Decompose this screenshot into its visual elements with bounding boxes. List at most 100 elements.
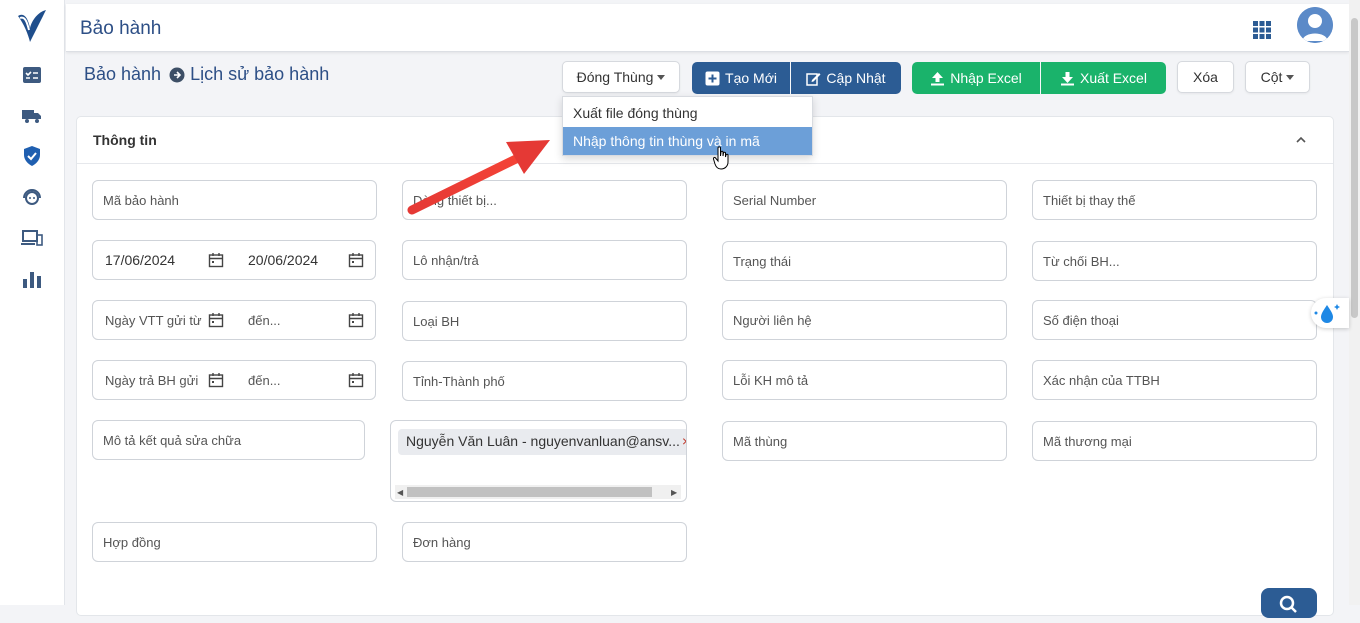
xuat-excel-label: Xuất Excel (1080, 70, 1147, 86)
xoa-label: Xóa (1193, 69, 1218, 85)
download-icon (1061, 71, 1075, 85)
ngay-tra-den-input[interactable]: đến... (248, 361, 281, 399)
breadcrumb-current: Lịch sử bảo hành (190, 64, 330, 84)
ngay-vtt-gui-tu-input[interactable]: Ngày VTT gửi từ (105, 301, 202, 339)
trang-thai-placeholder: Trạng thái (733, 253, 792, 269)
lo-nhan-tra-placeholder: Lô nhận/trả (413, 252, 479, 268)
hop-dong-placeholder: Hợp đồng (103, 534, 161, 550)
user-avatar-icon (1297, 7, 1333, 43)
checklist-icon[interactable] (20, 63, 44, 87)
apps-grid-icon[interactable] (1252, 20, 1272, 40)
don-hang-placeholder: Đơn hàng (413, 534, 471, 550)
shield-check-icon[interactable] (20, 144, 44, 168)
breadcrumb: Bảo hành Lịch sử bảo hành (84, 64, 329, 85)
water-drop-sparkle-icon (1314, 304, 1340, 323)
date-from-input[interactable]: 17/06/2024 (105, 241, 175, 279)
calendar-icon[interactable] (208, 372, 224, 388)
xuat-excel-button[interactable]: Xuất Excel (1041, 62, 1166, 94)
date-range-picker: 17/06/2024 20/06/2024 (92, 240, 376, 280)
xoa-button[interactable]: Xóa (1177, 61, 1234, 93)
cap-nhat-button[interactable]: Cập Nhật (791, 62, 901, 94)
horizontal-scrollbar[interactable]: ◀ ▶ (395, 485, 681, 499)
upload-icon (931, 71, 945, 85)
menu-item-xuat-file-dong-thung[interactable]: Xuất file đóng thùng (563, 99, 812, 127)
ma-bao-hanh-placeholder: Mã bảo hành (103, 192, 179, 208)
hop-dong-input[interactable]: Hợp đồng (92, 522, 377, 562)
selected-user-tag: Nguyễn Văn Luân - nguyenvanluan@ansv... (398, 429, 686, 455)
nhap-excel-label: Nhập Excel (950, 70, 1022, 86)
sidebar-rail (0, 0, 65, 605)
tu-choi-bh-placeholder: Từ chối BH... (1043, 253, 1120, 269)
dong-thung-dropdown-button[interactable]: Đóng Thùng (562, 61, 680, 93)
caret-down-icon (657, 74, 666, 80)
tu-choi-bh-select[interactable]: Từ chối BH... (1032, 241, 1317, 281)
cot-label: Cột (1260, 69, 1283, 85)
card-title: Thông tin (93, 132, 157, 148)
don-hang-input[interactable]: Đơn hàng (402, 522, 687, 562)
ngay-vtt-range-picker: Ngày VTT gửi từ đến... (92, 300, 376, 340)
cap-nhat-label: Cập Nhật (826, 70, 886, 86)
page-scrollbar[interactable] (1349, 0, 1360, 605)
dong-thiet-bi-placeholder: Dòng thiết bị... (413, 192, 497, 208)
nhap-excel-button[interactable]: Nhập Excel (912, 62, 1040, 94)
breadcrumb-root[interactable]: Bảo hành (84, 64, 161, 85)
edit-icon (806, 72, 821, 86)
scroll-left-icon[interactable]: ◀ (397, 488, 403, 497)
bar-chart-icon[interactable] (20, 267, 44, 291)
mo-ta-ket-qua-placeholder: Mô tả kết quả sửa chữa (103, 432, 242, 448)
dong-thiet-bi-select[interactable]: Dòng thiết bị... (402, 180, 687, 220)
serial-number-input[interactable]: Serial Number (722, 180, 1007, 220)
chevron-up-icon[interactable] (1294, 133, 1308, 147)
thiet-bi-thay-the-input[interactable]: Thiết bị thay thế (1032, 180, 1317, 220)
calendar-icon[interactable] (348, 372, 364, 388)
tao-moi-label: Tạo Mới (725, 70, 777, 86)
user-multiselect[interactable]: Nguyễn Văn Luân - nguyenvanluan@ansv... … (390, 420, 687, 502)
cot-dropdown-button[interactable]: Cột (1245, 61, 1310, 93)
so-dien-thoai-placeholder: Số điện thoại (1043, 312, 1119, 328)
thiet-bi-thay-the-placeholder: Thiết bị thay thế (1043, 192, 1136, 208)
mo-ta-ket-qua-input[interactable]: Mô tả kết quả sửa chữa (92, 420, 365, 460)
nguoi-lien-he-input[interactable]: Người liên hệ (722, 300, 1007, 340)
ma-thung-input[interactable]: Mã thùng (722, 421, 1007, 461)
ma-thuong-mai-placeholder: Mã thương mại (1043, 433, 1132, 449)
xac-nhan-ttbh-input[interactable]: Xác nhận của TTBH (1032, 360, 1317, 400)
truck-icon[interactable] (20, 103, 44, 127)
hand-cursor-icon (713, 146, 729, 170)
nguoi-lien-he-placeholder: Người liên hệ (733, 312, 812, 328)
dong-thung-menu: Xuất file đóng thùng Nhập thông tin thùn… (562, 96, 813, 156)
date-to-input[interactable]: 20/06/2024 (248, 241, 318, 279)
loi-kh-mo-ta-placeholder: Lỗi KH mô tả (733, 372, 809, 388)
xac-nhan-ttbh-placeholder: Xác nhận của TTBH (1043, 372, 1160, 388)
ngay-tra-bh-gui-input[interactable]: Ngày trả BH gửi (105, 361, 198, 399)
trang-thai-select[interactable]: Trạng thái (722, 241, 1007, 281)
remove-tag-icon[interactable]: × (682, 433, 686, 449)
calendar-icon[interactable] (348, 312, 364, 328)
plus-square-icon (705, 71, 720, 85)
floating-widget-button[interactable] (1311, 298, 1349, 328)
ma-thuong-mai-input[interactable]: Mã thương mại (1032, 421, 1317, 461)
support-agent-icon[interactable] (20, 185, 44, 209)
search-button[interactable] (1261, 588, 1317, 618)
devices-icon[interactable] (20, 226, 44, 250)
loai-bh-placeholder: Loại BH (413, 313, 460, 329)
menu-item-nhap-thong-tin-thung[interactable]: Nhập thông tin thùng và in mã (563, 127, 812, 155)
ngay-vtt-den-input[interactable]: đến... (248, 301, 281, 339)
scroll-right-icon[interactable]: ▶ (671, 488, 677, 497)
app-logo-icon[interactable] (14, 8, 50, 46)
caret-down-icon (1286, 74, 1295, 80)
tinh-thanh-pho-select[interactable]: Tỉnh-Thành phố (402, 361, 687, 401)
loai-bh-select[interactable]: Loại BH (402, 301, 687, 341)
serial-number-placeholder: Serial Number (733, 192, 817, 208)
tao-moi-button[interactable]: Tạo Mới (692, 62, 790, 94)
calendar-icon[interactable] (208, 312, 224, 328)
ma-thung-placeholder: Mã thùng (733, 433, 788, 449)
calendar-icon[interactable] (348, 252, 364, 268)
so-dien-thoai-input[interactable]: Số điện thoại (1032, 300, 1317, 340)
loi-kh-mo-ta-input[interactable]: Lỗi KH mô tả (722, 360, 1007, 400)
calendar-icon[interactable] (208, 252, 224, 268)
tinh-thanh-pho-placeholder: Tỉnh-Thành phố (413, 373, 505, 389)
ma-bao-hanh-input[interactable]: Mã bảo hành (92, 180, 377, 220)
user-avatar[interactable] (1297, 7, 1333, 43)
dong-thung-label: Đóng Thùng (576, 69, 654, 85)
lo-nhan-tra-input[interactable]: Lô nhận/trả (402, 240, 687, 280)
